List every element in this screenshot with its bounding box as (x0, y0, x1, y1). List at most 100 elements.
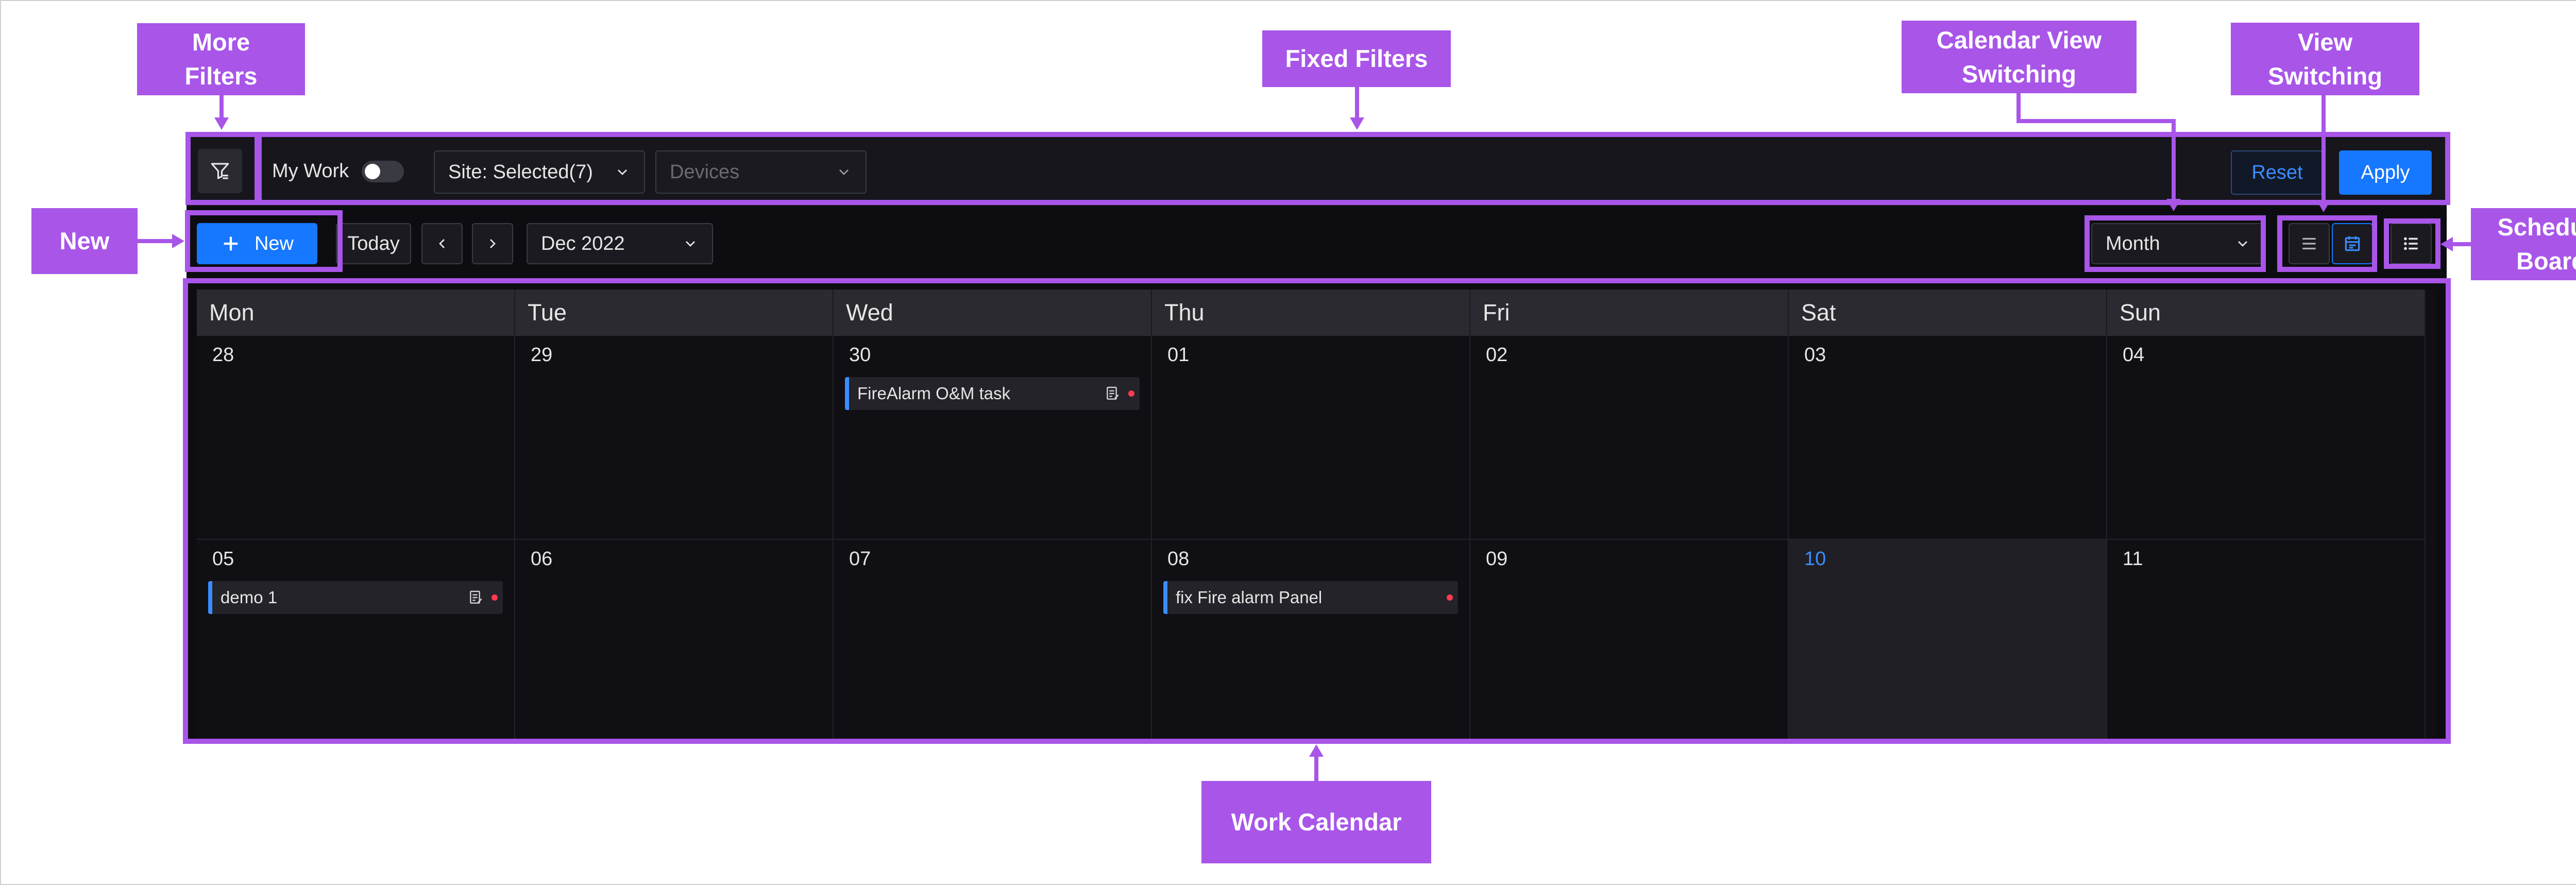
calendar-event[interactable]: demo 1 (208, 581, 503, 614)
connector-line (2321, 95, 2326, 201)
chevron-down-icon (618, 169, 627, 175)
callout-schedule-board: Schedule Board (2471, 208, 2576, 280)
new-button[interactable]: New (197, 223, 317, 264)
day-cell[interactable]: 29 (515, 336, 834, 540)
connector-line (138, 239, 173, 243)
day-number: 03 (1804, 344, 1826, 366)
day-cell[interactable]: 07 (834, 540, 1152, 744)
calendar-event[interactable]: FireAlarm O&M task (845, 377, 1140, 410)
day-cell[interactable]: 30 FireAlarm O&M task (834, 336, 1152, 540)
event-title: fix Fire alarm Panel (1176, 588, 1323, 607)
callout-new: New (31, 208, 138, 274)
toggle-knob (365, 164, 380, 179)
schedule-board-button[interactable] (2391, 223, 2432, 264)
day-number: 08 (1167, 548, 1190, 570)
callout-work-calendar: Work Calendar (1201, 781, 1431, 863)
chevron-left-icon (439, 239, 445, 248)
calendar-event[interactable]: fix Fire alarm Panel (1163, 581, 1458, 614)
task-form-icon (1107, 386, 1119, 400)
day-cell[interactable]: 28 (197, 336, 515, 540)
site-select-value: Site: Selected(7) (448, 161, 593, 183)
calendar-view-select[interactable]: Month (2091, 223, 2265, 264)
apply-button[interactable]: Apply (2339, 150, 2432, 195)
prev-period-button[interactable] (421, 223, 463, 264)
day-number: 28 (212, 344, 234, 366)
work-calendar-app: My Work Site: Selected(7) Devices Reset … (187, 137, 2447, 744)
filter-icon (211, 163, 229, 179)
connector-line (2016, 93, 2021, 121)
day-number: 02 (1486, 344, 1508, 366)
my-work-toggle[interactable] (362, 161, 404, 182)
callout-more-filters: More Filters (137, 23, 305, 95)
callout-calendar-view-switching: Calendar View Switching (1902, 21, 2137, 93)
filter-bar: My Work Site: Selected(7) Devices Reset … (187, 137, 2447, 206)
day-number: 01 (1167, 344, 1190, 366)
work-calendar: Mon Tue Wed Thu Fri Sat Sun 28 29 30 FireAlarm O&… (197, 290, 2436, 744)
new-button-label: New (254, 232, 294, 254)
callout-view-switching: View Switching (2231, 23, 2419, 95)
more-filters-button[interactable] (198, 149, 242, 193)
weekday-header: Wed (834, 290, 1152, 336)
connector-line (2452, 242, 2471, 246)
connector-line (2016, 119, 2176, 123)
arrow-head (172, 234, 184, 248)
weekday-header: Thu (1152, 290, 1470, 336)
calendar-toolbar: New Today Dec 2022 Month (187, 206, 2447, 270)
priority-dot (492, 594, 498, 601)
bullet-list-icon (2404, 237, 2418, 250)
connector-line (219, 95, 224, 119)
my-work-label: My Work (272, 160, 349, 182)
day-cell[interactable]: 01 (1152, 336, 1470, 540)
task-form-icon (470, 590, 482, 604)
plus-icon (224, 236, 238, 251)
weekday-header: Fri (1470, 290, 1789, 336)
day-cell-today[interactable]: 10 (1789, 540, 2107, 744)
list-view-button[interactable] (2289, 223, 2330, 264)
site-select[interactable]: Site: Selected(7) (434, 150, 645, 194)
period-value: Dec 2022 (541, 232, 625, 254)
day-cell[interactable]: 11 (2107, 540, 2426, 744)
day-cell[interactable]: 04 (2107, 336, 2426, 540)
event-title: demo 1 (221, 588, 278, 607)
day-number: 07 (849, 548, 871, 570)
day-cell[interactable]: 03 (1789, 336, 2107, 540)
chevron-down-icon (686, 241, 695, 247)
period-select[interactable]: Dec 2022 (527, 223, 713, 264)
day-cell[interactable]: 09 (1470, 540, 1789, 744)
next-period-button[interactable] (472, 223, 513, 264)
connector-line (1355, 87, 1359, 119)
weekday-header: Tue (515, 290, 834, 336)
chevron-right-icon (490, 239, 496, 248)
connector-line (1314, 755, 1318, 781)
calendar-view-button[interactable] (2332, 223, 2373, 264)
calendar-view-value: Month (2106, 232, 2160, 254)
today-button[interactable]: Today (336, 223, 411, 264)
callout-fixed-filters: Fixed Filters (1262, 30, 1451, 87)
day-cell[interactable]: 06 (515, 540, 834, 744)
day-number: 06 (531, 548, 553, 570)
day-number: 30 (849, 344, 871, 366)
devices-select[interactable]: Devices (655, 150, 867, 194)
arrow-head (214, 117, 229, 130)
list-icon (2302, 237, 2316, 250)
chevron-down-icon (839, 169, 849, 175)
day-number: 04 (2123, 344, 2145, 366)
day-number: 29 (531, 344, 553, 366)
devices-placeholder: Devices (670, 161, 740, 183)
arrow-head (2441, 237, 2453, 251)
day-number: 09 (1486, 548, 1508, 570)
day-cell[interactable]: 05 demo 1 (197, 540, 515, 744)
weekday-header: Sun (2107, 290, 2426, 336)
arrow-head (2316, 200, 2331, 212)
chevron-down-icon (2238, 241, 2247, 247)
day-cell[interactable]: 02 (1470, 336, 1789, 540)
weekday-header: Mon (197, 290, 515, 336)
arrow-head (1350, 117, 1364, 130)
calendar-icon (2345, 236, 2360, 251)
day-cell[interactable]: 08 fix Fire alarm Panel (1152, 540, 1470, 744)
priority-dot (1447, 594, 1453, 601)
priority-dot (1128, 390, 1134, 397)
day-number: 10 (1804, 548, 1826, 570)
connector-line (2172, 119, 2176, 200)
reset-button[interactable]: Reset (2231, 150, 2324, 195)
